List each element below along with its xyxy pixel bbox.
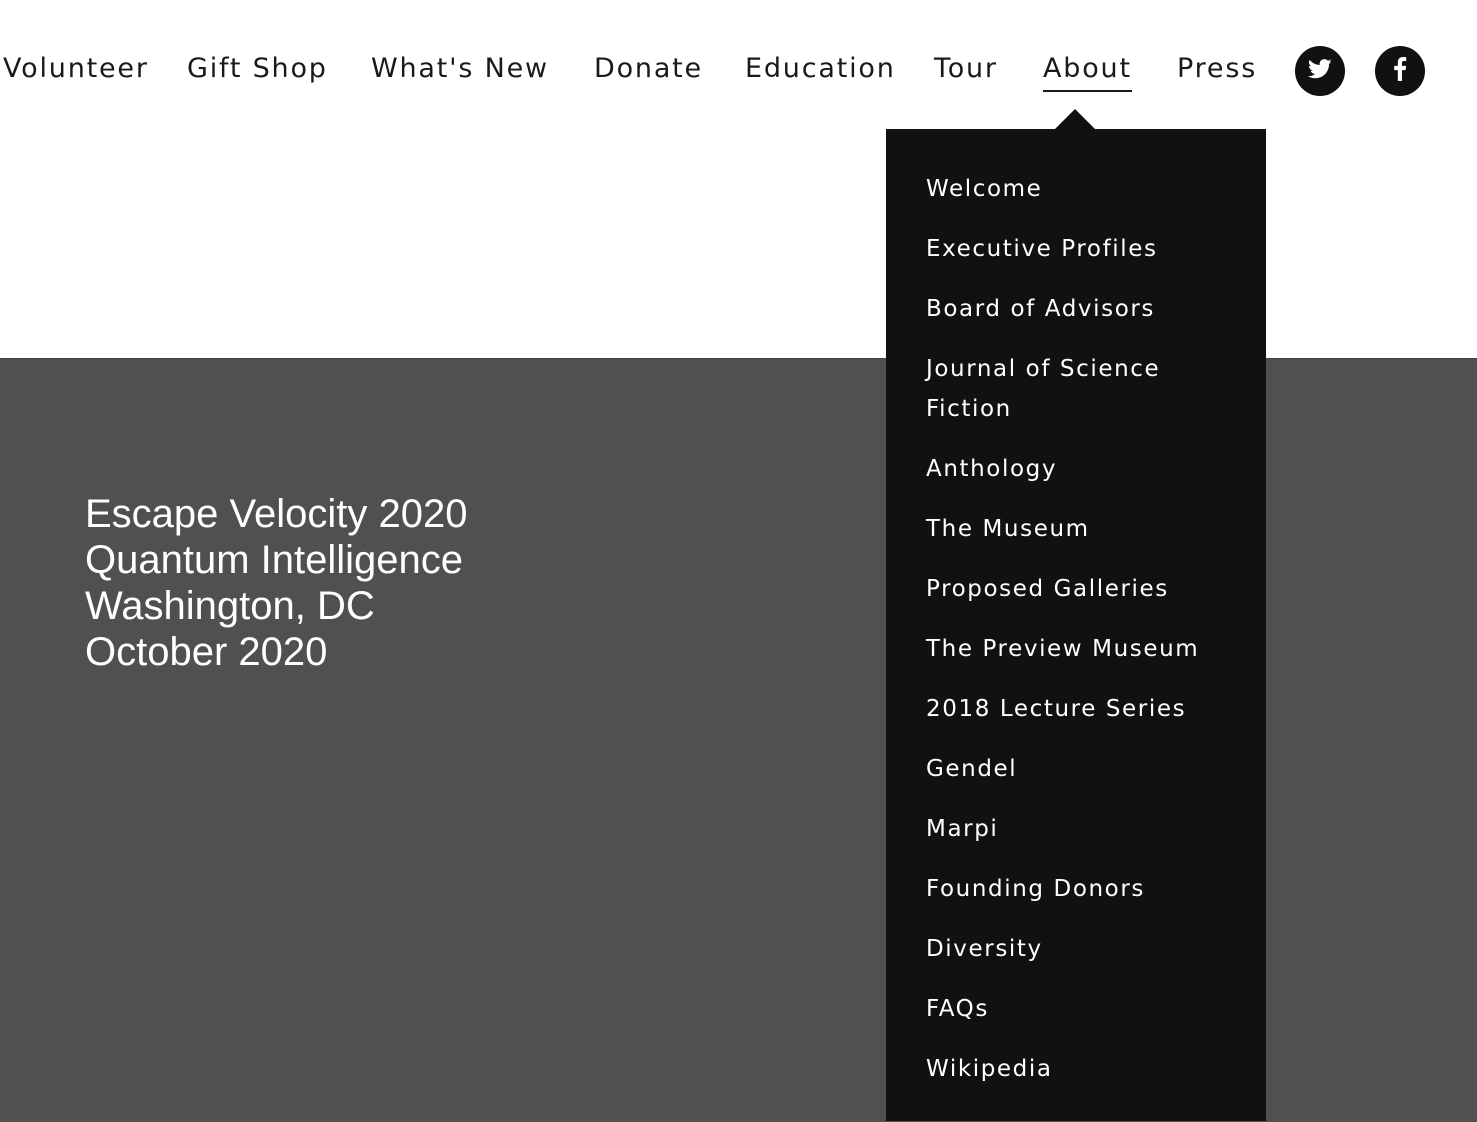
facebook-icon [1393, 57, 1407, 85]
about-menu-list: Welcome Executive Profiles Board of Adviso… [926, 169, 1236, 1109]
facebook-button[interactable] [1375, 46, 1425, 96]
hero-line-title: Escape Velocity 2020 [85, 492, 468, 536]
nav-item-about[interactable]: About [1043, 48, 1132, 92]
dropdown-caret [1055, 109, 1095, 129]
nav-item-education[interactable]: Education [745, 48, 896, 90]
about-menu-item-marpi[interactable]: Marpi [926, 809, 1236, 849]
nav-item-whats-new[interactable]: What's New [371, 48, 549, 90]
about-menu-item-diversity[interactable]: Diversity [926, 929, 1236, 969]
about-menu-item-founding-donors[interactable]: Founding Donors [926, 869, 1236, 909]
hero-text: Escape Velocity 2020 Quantum Intelligenc… [85, 491, 467, 675]
about-menu-item-2018-lecture-series[interactable]: 2018 Lecture Series [926, 689, 1236, 729]
about-menu-item-anthology[interactable]: Anthology [926, 449, 1236, 489]
hero-line-subtitle: Quantum Intelligence [85, 538, 464, 582]
nav-item-tour[interactable]: Tour [934, 48, 998, 90]
about-menu-item-board-of-advisors[interactable]: Board of Advisors [926, 289, 1236, 329]
about-menu-item-proposed-galleries[interactable]: Proposed Galleries [926, 569, 1236, 609]
nav-item-volunteer[interactable]: Volunteer [3, 48, 149, 90]
main-nav: Volunteer Gift Shop What's New Donate Ed… [0, 48, 1477, 92]
about-menu-item-gendel[interactable]: Gendel [926, 749, 1236, 789]
about-dropdown-menu: Welcome Executive Profiles Board of Adviso… [886, 129, 1266, 1121]
twitter-button[interactable] [1295, 46, 1345, 96]
about-menu-item-journal-of-science-fiction[interactable]: Journal of Science Fiction [926, 349, 1236, 429]
about-menu-item-wikipedia[interactable]: Wikipedia [926, 1049, 1236, 1089]
hero-line-location: Washington, DC [85, 584, 375, 628]
nav-item-donate[interactable]: Donate [594, 48, 703, 90]
hero-line-date: October 2020 [85, 630, 328, 674]
about-menu-item-executive-profiles[interactable]: Executive Profiles [926, 229, 1236, 269]
nav-item-press[interactable]: Press [1177, 48, 1257, 90]
about-menu-item-the-museum[interactable]: The Museum [926, 509, 1236, 549]
about-menu-item-faqs[interactable]: FAQs [926, 989, 1236, 1029]
about-menu-item-welcome[interactable]: Welcome [926, 169, 1236, 209]
nav-item-gift-shop[interactable]: Gift Shop [187, 48, 328, 90]
about-menu-item-the-preview-museum[interactable]: The Preview Museum [926, 629, 1236, 669]
twitter-icon [1307, 58, 1332, 84]
